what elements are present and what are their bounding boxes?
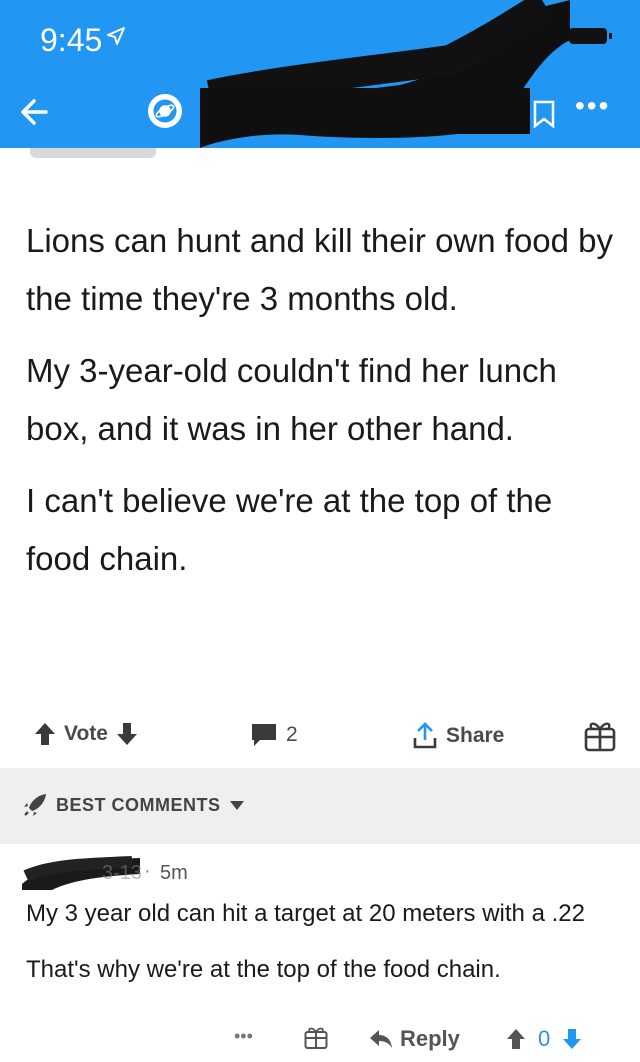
battery-icon bbox=[569, 28, 612, 44]
comment-sort-bar: BEST COMMENTS bbox=[0, 768, 640, 844]
comment-sort-dropdown[interactable]: BEST COMMENTS bbox=[22, 792, 245, 818]
comment-flair: 3-13 bbox=[102, 862, 143, 884]
location-arrow-icon bbox=[107, 27, 125, 45]
comment-body: My 3 year old can hit a target at 20 met… bbox=[26, 898, 616, 1010]
post-paragraph: Lions can hunt and kill their own food b… bbox=[26, 222, 614, 317]
app-header: 9:45 ••• bbox=[0, 0, 640, 148]
more-options-icon[interactable]: ••• bbox=[575, 92, 625, 126]
planet-icon[interactable] bbox=[148, 94, 182, 128]
post-paragraph: I can't believe we're at the top of the … bbox=[26, 482, 553, 577]
downvote-icon[interactable] bbox=[562, 1028, 582, 1050]
upvote-icon[interactable] bbox=[506, 1028, 526, 1050]
share-button[interactable]: Share bbox=[412, 722, 504, 750]
post-body: Lions can hunt and kill their own food b… bbox=[26, 212, 616, 602]
comment-score: 0 bbox=[538, 1026, 551, 1051]
share-label: Share bbox=[446, 724, 505, 747]
reply-label: Reply bbox=[400, 1026, 460, 1051]
bookmark-icon[interactable] bbox=[532, 100, 556, 128]
comment-paragraph: My 3 year old can hit a target at 20 met… bbox=[26, 900, 585, 927]
chevron-down-icon bbox=[229, 801, 244, 810]
comment-more-button[interactable]: ••• bbox=[234, 1026, 253, 1047]
meta-separator: · bbox=[144, 860, 151, 882]
reply-arrow-icon bbox=[370, 1030, 392, 1048]
comments-button[interactable]: 2 bbox=[250, 722, 298, 748]
back-arrow-icon[interactable] bbox=[16, 92, 60, 132]
comment-actions-bar: ••• Reply 0 bbox=[0, 1022, 640, 1058]
comment-meta: 3-13 · 5m bbox=[22, 856, 322, 890]
redaction-scribble bbox=[200, 0, 570, 148]
downvote-icon[interactable] bbox=[116, 722, 138, 746]
rocket-icon bbox=[24, 794, 46, 816]
comment-count: 2 bbox=[286, 723, 298, 746]
vote-control: Vote bbox=[34, 722, 138, 746]
comment-paragraph: That's why we're at the top of the food … bbox=[26, 956, 501, 983]
comment-bubble-icon bbox=[252, 724, 276, 746]
post-paragraph: My 3-year-old couldn't find her lunch bo… bbox=[26, 352, 557, 447]
vote-label: Vote bbox=[64, 722, 108, 745]
comment-vote-control: 0 bbox=[506, 1026, 582, 1052]
flair-tag bbox=[30, 148, 156, 158]
upvote-icon[interactable] bbox=[34, 722, 56, 746]
sort-label: BEST COMMENTS bbox=[56, 794, 221, 815]
post-actions-bar: Vote 2 Share bbox=[0, 712, 640, 760]
status-time: 9:45 bbox=[40, 22, 103, 58]
gift-icon[interactable] bbox=[584, 718, 616, 752]
gift-icon[interactable] bbox=[304, 1024, 328, 1050]
reply-button[interactable]: Reply bbox=[368, 1026, 460, 1052]
comment-age: 5m bbox=[160, 862, 188, 884]
share-icon bbox=[413, 722, 437, 749]
